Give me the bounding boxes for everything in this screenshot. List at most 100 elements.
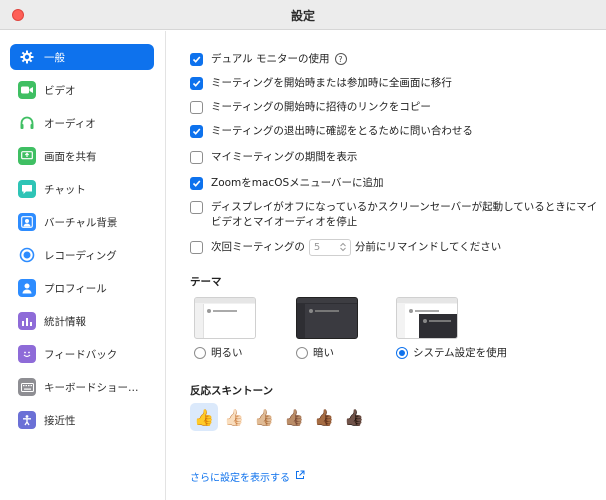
theme-option-dark[interactable]: 暗い <box>296 345 334 360</box>
accessibility-icon <box>18 411 36 429</box>
preview-titlebar <box>397 298 457 303</box>
sidebar-item-chat[interactable]: チャット <box>10 176 154 202</box>
sidebar-item-share-screen[interactable]: 画面を共有 <box>10 143 154 169</box>
skin-tone-medium-light[interactable]: 👍🏼 <box>250 403 278 431</box>
more-settings-label: さらに設定を表示する <box>190 473 290 484</box>
checkbox-unchecked[interactable] <box>190 101 203 114</box>
radio-button-selected[interactable] <box>396 346 408 359</box>
sidebar-item-label: 統計情報 <box>44 315 86 328</box>
option-meeting-reminder[interactable]: 次回ミーティングの 5 分前にリマインドしてください <box>190 238 501 257</box>
sidebar-item-label: レコーディング <box>44 249 117 262</box>
option-label: マイミーティングの期間を表示 <box>211 151 358 163</box>
theme-preview-dark[interactable] <box>296 297 358 339</box>
radio-button[interactable] <box>296 346 308 359</box>
checkbox-checked[interactable] <box>190 125 203 138</box>
preview-titlebar <box>195 298 255 303</box>
option-stop-av-on-screensaver[interactable]: ディスプレイがオフになっているかスクリーンセーバーが起動しているときにマイビデオ… <box>190 200 600 230</box>
checkbox-unchecked[interactable] <box>190 201 203 214</box>
title-bar: 設定 <box>0 0 606 30</box>
sidebar-item-label: フィードバック <box>44 348 118 361</box>
preview-line <box>315 310 339 312</box>
theme-option-label: 暗い <box>313 347 334 359</box>
option-fullscreen-on-join[interactable]: ミーティングを開始時または参加時に全画面に移行 <box>190 76 452 91</box>
sidebar-item-feedback[interactable]: フィードバック <box>10 341 154 367</box>
headphones-icon <box>18 114 36 132</box>
option-dual-monitor[interactable]: デュアル モニターの使用? <box>190 52 347 67</box>
share-screen-icon <box>18 147 36 165</box>
preview-line <box>213 310 237 312</box>
sidebar-item-keyboard-shortcuts[interactable]: キーボードショートカ… <box>10 374 154 400</box>
preview-line <box>429 320 451 322</box>
theme-option-light[interactable]: 明るい <box>194 345 243 360</box>
checkbox-unchecked[interactable] <box>190 151 203 164</box>
sidebar-item-label: プロフィール <box>44 282 107 295</box>
window-title: 設定 <box>290 9 315 23</box>
show-more-settings-link[interactable]: さらに設定を表示する <box>190 469 305 484</box>
option-label: ミーティングを開始時または参加時に全画面に移行 <box>211 77 452 89</box>
sidebar-item-profile[interactable]: プロフィール <box>10 275 154 301</box>
theme-option-label: システム設定を使用 <box>413 347 508 359</box>
keyboard-icon <box>18 378 36 396</box>
sidebar-item-label: 一般 <box>44 51 65 64</box>
theme-option-label: 明るい <box>211 347 243 359</box>
sidebar-item-virtual-background[interactable]: バーチャル背景 <box>10 209 154 235</box>
skin-tone-medium-dark[interactable]: 👍🏾 <box>310 403 338 431</box>
skin-tone-light[interactable]: 👍🏻 <box>220 403 248 431</box>
option-show-meeting-duration[interactable]: マイミーティングの期間を表示 <box>190 150 357 165</box>
option-copy-invite-link[interactable]: ミーティングの開始時に招待のリンクをコピー <box>190 100 431 115</box>
sidebar-item-general[interactable]: 一般 <box>10 44 154 70</box>
checkbox-checked[interactable] <box>190 177 203 190</box>
option-label: ミーティングの開始時に招待のリンクをコピー <box>211 101 431 113</box>
skin-tone-heading: 反応スキントーン <box>190 385 274 397</box>
sidebar-item-video[interactable]: ビデオ <box>10 77 154 103</box>
sidebar-item-audio[interactable]: オーディオ <box>10 110 154 136</box>
sidebar-item-label: バーチャル背景 <box>44 216 118 229</box>
option-confirm-on-leave[interactable]: ミーティングの退出時に確認をとるために問い合わせる <box>190 124 473 139</box>
record-icon <box>18 246 36 264</box>
sidebar-item-label: 画面を共有 <box>44 150 97 163</box>
option-label: ディスプレイがオフになっているかスクリーンセーバーが起動しているときにマイビデオ… <box>211 201 598 228</box>
option-add-to-menubar[interactable]: ZoomをmacOSメニューバーに追加 <box>190 176 384 191</box>
skin-tone-default[interactable]: 👍 <box>190 403 218 431</box>
profile-icon <box>18 279 36 297</box>
gear-icon <box>18 48 36 66</box>
checkbox-checked[interactable] <box>190 77 203 90</box>
help-icon[interactable]: ? <box>334 53 347 65</box>
sidebar-item-label: 接近性 <box>44 414 76 427</box>
bar-chart-icon <box>18 312 36 330</box>
preview-titlebar <box>297 298 357 303</box>
settings-window: 設定 一般 ビデオ オーディオ 画面を共有 チャット バーチャル背景 レコーディ… <box>0 0 606 500</box>
stepper-arrows-icon[interactable] <box>340 242 346 252</box>
smiley-icon <box>18 345 36 363</box>
reminder-label-before: 次回ミーティングの <box>211 241 305 253</box>
sidebar-item-label: キーボードショートカ… <box>44 381 148 394</box>
person-card-icon <box>18 213 36 231</box>
sidebar-item-label: チャット <box>44 183 86 196</box>
preview-dot <box>423 319 427 323</box>
radio-button[interactable] <box>194 346 206 359</box>
sidebar: 一般 ビデオ オーディオ 画面を共有 チャット バーチャル背景 レコーディング … <box>0 31 166 500</box>
sidebar-item-recording[interactable]: レコーディング <box>10 242 154 268</box>
general-settings-panel: デュアル モニターの使用? ミーティングを開始時または参加時に全画面に移行 ミー… <box>167 31 606 500</box>
checkbox-unchecked[interactable] <box>190 241 203 254</box>
chat-bubble-icon <box>18 180 36 198</box>
skin-tone-dark[interactable]: 👍🏿 <box>340 403 368 431</box>
skin-tone-medium[interactable]: 👍🏽 <box>280 403 308 431</box>
preview-dark-overlay <box>419 314 457 338</box>
option-label: ミーティングの退出時に確認をとるために問い合わせる <box>211 125 473 137</box>
sidebar-item-accessibility[interactable]: 接近性 <box>10 407 154 433</box>
reminder-label-after: 分前にリマインドしてください <box>354 241 502 253</box>
sidebar-item-label: ビデオ <box>44 84 76 97</box>
video-camera-icon <box>18 81 36 99</box>
reminder-minutes-stepper[interactable]: 5 <box>308 238 351 256</box>
option-label: ZoomをmacOSメニューバーに追加 <box>211 177 384 189</box>
preview-line <box>415 310 439 312</box>
theme-preview-system[interactable] <box>396 297 458 339</box>
sidebar-item-statistics[interactable]: 統計情報 <box>10 308 154 334</box>
theme-preview-light[interactable] <box>194 297 256 339</box>
external-link-icon <box>295 470 305 483</box>
theme-option-system[interactable]: システム設定を使用 <box>396 345 507 360</box>
checkbox-checked[interactable] <box>190 53 203 66</box>
sidebar-item-label: オーディオ <box>44 117 96 130</box>
theme-heading: テーマ <box>190 276 222 288</box>
